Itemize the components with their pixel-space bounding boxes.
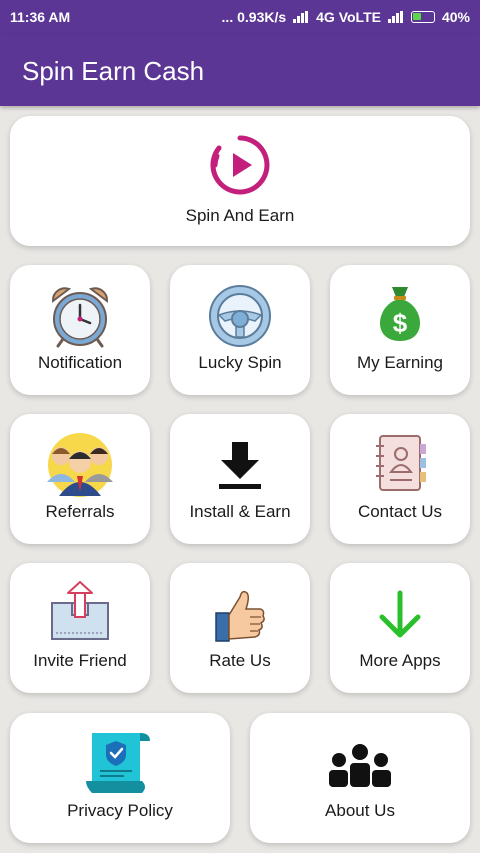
- thumbs-up-icon: [215, 590, 265, 642]
- rate-us-card[interactable]: Rate Us: [170, 563, 310, 693]
- alarm-clock-icon: [52, 287, 108, 348]
- network-speed: ... 0.93K/s: [221, 9, 287, 25]
- notification-card[interactable]: Notification: [10, 265, 150, 395]
- svg-text:$: $: [393, 308, 408, 338]
- status-right: ... 0.93K/s 4G VoLTE 40%: [222, 9, 470, 25]
- install-earn-label: Install & Earn: [189, 502, 291, 521]
- lucky-spin-card[interactable]: Lucky Spin: [170, 265, 310, 395]
- referrals-label: Referrals: [45, 502, 115, 521]
- people-icon: [47, 433, 113, 497]
- more-apps-card[interactable]: More Apps: [330, 563, 470, 693]
- about-us-label: About Us: [325, 801, 395, 820]
- my-earning-label: My Earning: [357, 353, 443, 372]
- group-icon: [329, 744, 391, 787]
- contact-us-label: Contact Us: [357, 502, 443, 521]
- privacy-policy-label: Privacy Policy: [67, 801, 173, 820]
- status-time: 11:36 AM: [10, 9, 71, 25]
- steering-wheel-icon: [209, 285, 271, 347]
- policy-scroll-icon: [86, 733, 150, 793]
- rate-us-label: Rate Us: [209, 651, 271, 670]
- privacy-policy-card[interactable]: Privacy Policy: [10, 713, 230, 843]
- install-earn-card[interactable]: Install & Earn: [170, 414, 310, 544]
- address-book-icon: [376, 435, 426, 491]
- about-us-card[interactable]: About Us: [250, 713, 470, 843]
- more-apps-label: More Apps: [359, 651, 441, 670]
- spin-and-earn-label: Spin And Earn: [185, 206, 295, 225]
- signal-icon-2: [387, 11, 404, 23]
- play-circle-icon: [210, 135, 270, 195]
- app-title: Spin Earn Cash: [22, 56, 205, 86]
- invite-friend-label: Invite Friend: [33, 651, 127, 670]
- my-earning-card[interactable]: $ My Earning: [330, 265, 470, 395]
- referrals-card[interactable]: Referrals: [10, 414, 150, 544]
- money-bag-icon: $: [380, 287, 420, 341]
- network-type: 4G VoLTE: [316, 9, 381, 25]
- share-box-icon: [51, 581, 109, 640]
- spin-and-earn-card[interactable]: Spin And Earn: [10, 116, 470, 246]
- battery-level: 40%: [441, 9, 470, 25]
- status-bar: 11:36 AM ... 0.93K/s 4G VoLTE 40%: [0, 0, 480, 34]
- download-icon: [219, 442, 261, 489]
- signal-icon: [293, 11, 309, 23]
- notification-label: Notification: [37, 353, 123, 372]
- battery-icon: [410, 11, 435, 23]
- contact-us-card[interactable]: Contact Us: [330, 414, 470, 544]
- arrow-down-icon: [379, 590, 421, 638]
- app-bar: Spin Earn Cash: [0, 34, 480, 106]
- lucky-spin-label: Lucky Spin: [198, 353, 282, 372]
- invite-friend-card[interactable]: Invite Friend: [10, 563, 150, 693]
